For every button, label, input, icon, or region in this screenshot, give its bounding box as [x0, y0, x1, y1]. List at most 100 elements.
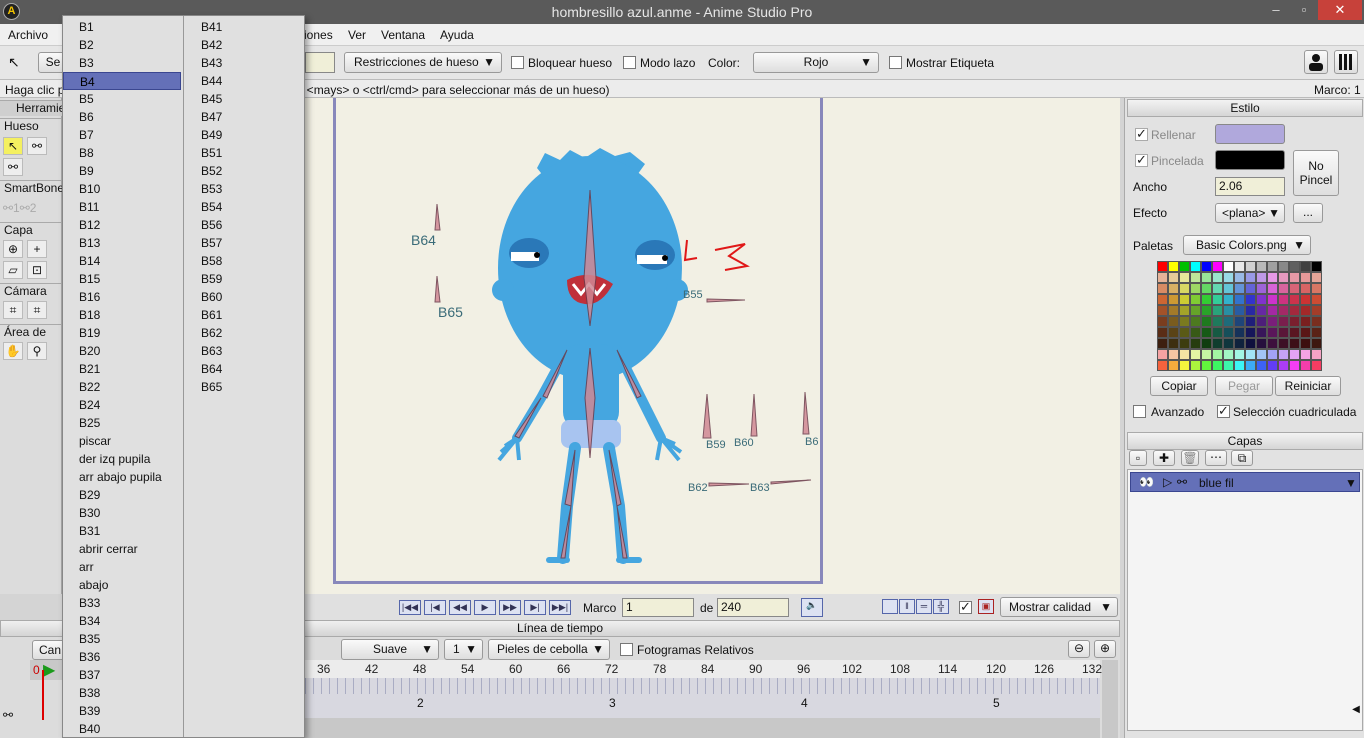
play-icon[interactable]: ▶ [474, 600, 496, 615]
camera-pan-icon[interactable]: ⌗ [3, 301, 23, 319]
palette-swatch[interactable] [1212, 316, 1223, 327]
palette-swatch[interactable] [1278, 338, 1289, 349]
palette-swatch[interactable] [1201, 338, 1212, 349]
effect-more-button[interactable]: ... [1293, 203, 1323, 223]
bone-menu-item[interactable]: B7 [63, 126, 181, 144]
timeline-ruler[interactable]: 36 42 48 54 60 66 72 78 84 90 96 102 108… [305, 660, 1102, 678]
palette-swatch[interactable] [1190, 283, 1201, 294]
frame-bounds-icon[interactable]: ▣ [978, 599, 994, 614]
bone-menu-item[interactable]: B38 [63, 684, 181, 702]
bone-menu-item[interactable]: B6 [63, 108, 181, 126]
palette-swatch[interactable] [1201, 316, 1212, 327]
bone-menu-item[interactable]: B60 [185, 288, 303, 306]
palette-swatch[interactable] [1256, 327, 1267, 338]
layers-scroll-icon[interactable]: ◀ [1349, 704, 1363, 732]
palette-swatch[interactable] [1267, 360, 1278, 371]
palette-swatch[interactable] [1311, 338, 1322, 349]
palette-swatch[interactable] [1256, 261, 1267, 272]
bone-menu-item[interactable]: B2 [63, 36, 181, 54]
palette-swatch[interactable] [1179, 272, 1190, 283]
palette-swatch[interactable] [1168, 283, 1179, 294]
view-split-icon[interactable]: ‖ [899, 599, 915, 614]
palette-swatch[interactable] [1300, 338, 1311, 349]
palette-swatch[interactable] [1190, 360, 1201, 371]
palette-swatch[interactable] [1157, 272, 1168, 283]
palette-swatch[interactable] [1212, 283, 1223, 294]
relative-keyframes-checkbox[interactable] [620, 643, 633, 656]
effect-dropdown[interactable]: <plana> ▼ [1215, 203, 1285, 223]
bone-menu-item[interactable]: B31 [63, 522, 181, 540]
bone-restrictions-dropdown[interactable]: Restricciones de hueso ▼ [344, 52, 502, 73]
palette-swatch[interactable] [1234, 272, 1245, 283]
bone-menu-item[interactable]: B56 [185, 216, 303, 234]
transform-bone-tool-icon[interactable]: ⚯ [27, 137, 47, 155]
bone-menu-item[interactable]: piscar [63, 432, 181, 450]
palette-swatch[interactable] [1245, 327, 1256, 338]
palette-swatch[interactable] [1168, 349, 1179, 360]
bone-menu-item[interactable]: B12 [63, 216, 181, 234]
palette-swatch[interactable] [1179, 283, 1190, 294]
palette-swatch[interactable] [1256, 294, 1267, 305]
palette-swatch[interactable] [1223, 349, 1234, 360]
stroke-checkbox[interactable] [1135, 152, 1148, 168]
bone-menu-item[interactable]: B9 [63, 162, 181, 180]
palette-swatch[interactable] [1223, 272, 1234, 283]
bone-menu-item[interactable]: B39 [63, 702, 181, 720]
channels-tab[interactable]: Can [32, 640, 66, 660]
palette-swatch[interactable] [1190, 261, 1201, 272]
palette-swatch[interactable] [1311, 360, 1322, 371]
bone-menu-item[interactable]: der izq pupila [63, 450, 181, 468]
bone-menu-item[interactable]: arr abajo pupila [63, 468, 181, 486]
rewind-icon[interactable]: |◀◀ [399, 600, 421, 615]
bone-menu-item[interactable]: B36 [63, 648, 181, 666]
palette-swatch[interactable] [1267, 305, 1278, 316]
palette-swatch[interactable] [1278, 327, 1289, 338]
library-icon[interactable] [1334, 50, 1358, 74]
show-checkbox[interactable] [959, 599, 972, 615]
audio-icon[interactable]: 🔈 [801, 598, 823, 617]
palette-swatch[interactable] [1157, 349, 1168, 360]
chevron-down-icon[interactable]: ▼ [1345, 476, 1357, 490]
quality-dropdown[interactable]: Mostrar calidad ▼ [1000, 597, 1118, 617]
palette-swatch[interactable] [1300, 349, 1311, 360]
palette-swatch[interactable] [1201, 327, 1212, 338]
palette-swatch[interactable] [1267, 294, 1278, 305]
palette-swatch[interactable] [1311, 349, 1322, 360]
palette-swatch[interactable] [1201, 305, 1212, 316]
bone-menu-item[interactable]: B44 [185, 72, 303, 90]
lasso-mode-checkbox[interactable] [623, 56, 636, 69]
palette-swatch[interactable] [1212, 327, 1223, 338]
palette-swatch[interactable] [1256, 338, 1267, 349]
palette-swatch[interactable] [1311, 261, 1322, 272]
palette-swatch[interactable] [1223, 316, 1234, 327]
bone-menu-item[interactable]: B35 [63, 630, 181, 648]
palette-swatch[interactable] [1201, 294, 1212, 305]
frame-input[interactable]: 1 [622, 598, 694, 617]
bone-menu-item[interactable]: B64 [185, 360, 303, 378]
palette-swatch[interactable] [1234, 294, 1245, 305]
palette-swatch[interactable] [1245, 360, 1256, 371]
palette-swatch[interactable] [1168, 327, 1179, 338]
duplicate-layer-icon[interactable]: ⧉ [1231, 450, 1253, 466]
step-back-icon[interactable]: |◀ [424, 600, 446, 615]
palette-swatch[interactable] [1234, 349, 1245, 360]
palette-swatch[interactable] [1311, 316, 1322, 327]
palette-swatch[interactable] [1223, 305, 1234, 316]
paste-button[interactable]: Pegar [1215, 376, 1273, 396]
camera-zoom-icon[interactable]: ⌗ [27, 301, 47, 319]
palette-swatch[interactable] [1256, 272, 1267, 283]
palette-swatch[interactable] [1201, 360, 1212, 371]
palette-swatch[interactable] [1190, 338, 1201, 349]
stroke-color-swatch[interactable] [1215, 150, 1285, 170]
bone-layer-icon[interactable]: ⊡ [27, 261, 47, 279]
palette-swatch[interactable] [1190, 305, 1201, 316]
palette-swatch[interactable] [1168, 294, 1179, 305]
fill-checkbox[interactable] [1135, 126, 1148, 142]
bone-menu-item[interactable]: B40 [63, 720, 181, 737]
palette-swatch[interactable] [1300, 294, 1311, 305]
palette-swatch[interactable] [1234, 283, 1245, 294]
total-frames-input[interactable]: 240 [717, 598, 789, 617]
palette-swatch[interactable] [1256, 360, 1267, 371]
palette-swatch[interactable] [1234, 261, 1245, 272]
bone-menu-item[interactable]: B59 [185, 270, 303, 288]
